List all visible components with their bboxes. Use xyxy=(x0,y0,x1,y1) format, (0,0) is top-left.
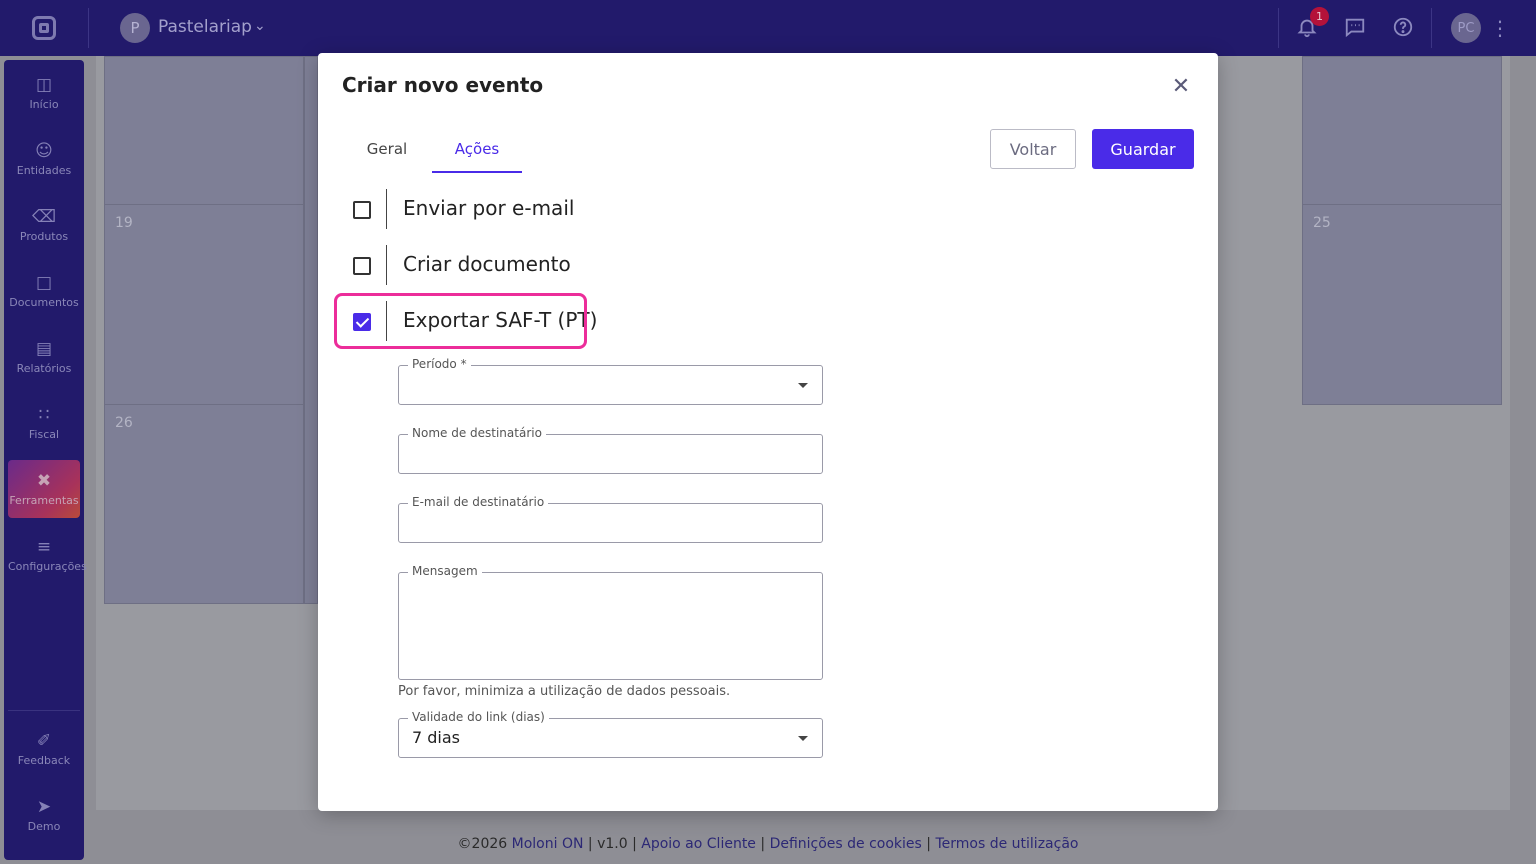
sidebar-item-label: Ferramentas xyxy=(9,494,79,507)
tools-icon: ✖ xyxy=(36,471,52,491)
sidebar-item-label: Configurações xyxy=(8,560,87,573)
footer-separator: | xyxy=(926,836,932,852)
chevron-down-icon[interactable]: ⌄ xyxy=(254,18,266,34)
sidebar-item-entidades[interactable]: ☺ Entidades xyxy=(8,130,80,188)
field-label: E-mail de destinatário xyxy=(408,495,549,509)
create-document-checkbox[interactable] xyxy=(353,257,371,275)
message-textarea[interactable]: Mensagem xyxy=(398,564,823,680)
footer-version: v1.0 xyxy=(597,836,628,852)
divider xyxy=(386,189,387,229)
feedback-icon: ✐ xyxy=(36,731,52,751)
app-logo-icon[interactable] xyxy=(32,16,56,40)
calendar-cell xyxy=(1302,56,1502,205)
sidebar-item-produtos[interactable]: ⌫ Produtos xyxy=(8,196,80,254)
help-icon[interactable] xyxy=(1391,16,1415,40)
recipient-name-field[interactable]: Nome de destinatário xyxy=(398,426,823,474)
field-label: Nome de destinatário xyxy=(408,426,546,440)
sliders-icon: ≡ xyxy=(36,537,52,557)
sidebar-item-label: Feedback xyxy=(17,754,71,767)
footer-separator: | xyxy=(632,836,637,852)
period-select[interactable]: Período * xyxy=(398,357,823,405)
footer-link-brand[interactable]: Moloni ON xyxy=(512,836,584,852)
sidebar-item-configuracoes[interactable]: ≡ Configurações xyxy=(8,526,87,584)
basket-icon: ⌫ xyxy=(31,207,57,227)
field-label: Período * xyxy=(408,357,471,371)
sidebar-item-label: Relatórios xyxy=(16,362,72,375)
action-label: Enviar por e-mail xyxy=(403,196,575,220)
footer-link-support[interactable]: Apoio ao Cliente xyxy=(641,836,756,852)
person-icon: ☺ xyxy=(35,141,53,161)
sidebar-item-relatorios[interactable]: ▤ Relatórios xyxy=(8,328,80,386)
sidebar-item-ferramentas[interactable]: ✖ Ferramentas xyxy=(8,460,80,518)
dashboard-icon: ◫ xyxy=(35,75,53,95)
divider xyxy=(88,8,89,48)
notification-badge: 1 xyxy=(1310,7,1329,26)
sidebar-item-label: Produtos xyxy=(19,230,69,243)
divider xyxy=(1431,8,1432,48)
sidebar-item-feedback[interactable]: ✐ Feedback xyxy=(8,720,80,778)
divider xyxy=(1278,8,1279,48)
tab-geral[interactable]: Geral xyxy=(342,129,432,173)
company-name[interactable]: Pastelariap xyxy=(158,17,252,37)
sidebar: ◫ Início ☺ Entidades ⌫ Produtos □ Docume… xyxy=(4,60,87,860)
link-validity-select[interactable]: Validade do link (dias) 7 dias xyxy=(398,710,823,758)
calendar-cell: 19 xyxy=(104,204,304,405)
calendar-day-number: 26 xyxy=(115,415,133,431)
user-avatar[interactable]: PC xyxy=(1451,13,1481,43)
footer-link-cookies[interactable]: Definições de cookies xyxy=(770,836,922,852)
dialog-title: Criar novo evento xyxy=(342,73,544,97)
highlight-outline xyxy=(334,293,587,349)
chat-icon[interactable] xyxy=(1343,16,1367,40)
sidebar-item-label: Entidades xyxy=(16,164,72,177)
footer-separator: | xyxy=(587,836,593,852)
divider xyxy=(8,710,80,711)
divider xyxy=(386,245,387,285)
calendar-day-number: 25 xyxy=(1313,215,1331,231)
field-label: Mensagem xyxy=(408,564,482,578)
rocket-icon: ➤ xyxy=(36,797,52,817)
privacy-hint: Por favor, minimiza a utilização de dado… xyxy=(398,684,731,699)
action-label: Criar documento xyxy=(403,252,571,276)
tab-acoes[interactable]: Ações xyxy=(432,129,522,173)
sidebar-item-label: Demo xyxy=(27,820,61,833)
dropdown-caret-icon xyxy=(798,736,808,741)
close-icon[interactable]: ✕ xyxy=(1169,75,1193,99)
footer-link-terms[interactable]: Termos de utilização xyxy=(935,836,1078,852)
send-email-checkbox[interactable] xyxy=(353,201,371,219)
calendar-cell xyxy=(304,56,318,604)
footer: ©2026 Moloni ON | v1.0 | Apoio ao Client… xyxy=(0,836,1536,852)
footer-copyright: ©2026 xyxy=(457,836,508,852)
calendar-cell: 25 xyxy=(1302,204,1502,405)
sidebar-item-inicio[interactable]: ◫ Início xyxy=(8,64,80,122)
field-value: 7 dias xyxy=(412,728,461,747)
company-avatar[interactable]: P xyxy=(120,13,150,43)
dropdown-caret-icon xyxy=(798,383,808,388)
top-bar: P Pastelariap ⌄ 1 PC ⋮ xyxy=(0,0,1536,56)
chart-icon: ▤ xyxy=(35,339,53,359)
document-icon: □ xyxy=(35,273,53,293)
more-vertical-icon[interactable]: ⋮ xyxy=(1488,16,1512,40)
calendar-day-number: 19 xyxy=(115,215,133,231)
sidebar-item-label: Documentos xyxy=(9,296,79,309)
sidebar-item-label: Fiscal xyxy=(28,428,60,441)
calendar-cell xyxy=(104,56,304,205)
sidebar-item-fiscal[interactable]: ∷ Fiscal xyxy=(8,394,80,452)
create-event-dialog: Criar novo evento ✕ Geral Ações Voltar G… xyxy=(318,53,1218,811)
recipient-email-field[interactable]: E-mail de destinatário xyxy=(398,495,823,543)
back-button[interactable]: Voltar xyxy=(990,129,1076,169)
fiscal-icon: ∷ xyxy=(38,405,50,425)
sidebar-item-documentos[interactable]: □ Documentos xyxy=(8,262,80,320)
calendar-cell: 26 xyxy=(104,404,304,604)
sidebar-item-label: Início xyxy=(29,98,59,111)
save-button[interactable]: Guardar xyxy=(1092,129,1194,169)
footer-separator: | xyxy=(760,836,766,852)
field-label: Validade do link (dias) xyxy=(408,710,549,724)
